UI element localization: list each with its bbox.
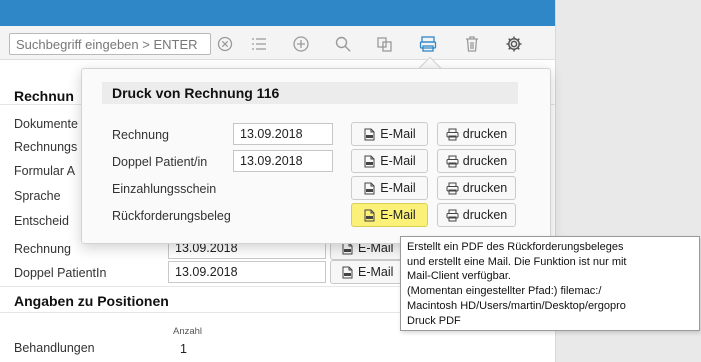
behandlungen-value: 1 (180, 342, 187, 356)
popover-row-label: Rechnung (112, 128, 169, 142)
clear-icon[interactable] (214, 33, 236, 55)
printer-icon (446, 182, 459, 194)
print-label: drucken (462, 208, 508, 222)
title-bar (0, 0, 555, 26)
email-label: E-Mail (380, 127, 416, 141)
doppel-email-button[interactable]: E-Mail (351, 149, 428, 173)
print-label: drucken (462, 127, 508, 141)
toolbar (0, 26, 555, 60)
search-icon[interactable] (332, 33, 354, 55)
email-label: E-Mail (380, 181, 416, 195)
list-icon[interactable] (248, 33, 270, 55)
doppel-print-button[interactable]: drucken (437, 149, 516, 173)
label-formular: Formular A (14, 164, 76, 178)
popover-row-label: Doppel Patient/in (112, 155, 208, 169)
duplicate-icon[interactable] (374, 33, 396, 55)
rechnung-date-input[interactable]: 13.09.2018 (233, 123, 333, 145)
label-dokumente: Dokumente (14, 117, 78, 131)
search-input[interactable] (9, 33, 211, 55)
anzahl-label: Anzahl (173, 326, 203, 337)
printer-icon (446, 155, 459, 167)
label-behandlungen: Behandlungen (14, 341, 95, 355)
email-label: E-Mail (380, 154, 416, 168)
rueckforderungsbeleg-print-button[interactable]: drucken (437, 203, 516, 227)
einzahlungsschein-print-button[interactable]: drucken (437, 176, 516, 200)
doppel-date-input[interactable]: 13.09.2018 (233, 150, 333, 172)
popover-row-label: Rückforderungsbeleg (112, 209, 231, 223)
trash-icon[interactable] (461, 33, 483, 55)
rechnung-email-button[interactable]: E-Mail (351, 122, 428, 146)
rechnung-print-button[interactable]: drucken (437, 122, 516, 146)
label-doppel-patientin: Doppel PatientIn (14, 266, 107, 280)
label-rechnung: Rechnung (14, 242, 71, 256)
label-sprache: Sprache (14, 189, 61, 203)
doppel-date-field[interactable]: 13.09.2018 (168, 261, 326, 283)
print-popover: Druck von Rechnung 116 Rechnung 13.09.20… (81, 68, 551, 244)
pdf-icon (364, 209, 375, 221)
email-label: E-Mail (358, 265, 394, 279)
doppel-email-button[interactable]: E-Mail (330, 260, 410, 284)
email-label: E-Mail (380, 208, 416, 222)
section-title-positionen: Angaben zu Positionen (14, 293, 169, 309)
rueckforderungsbeleg-email-button[interactable]: E-Mail (351, 203, 428, 227)
pdf-icon (342, 266, 353, 278)
print-label: drucken (462, 181, 508, 195)
pdf-icon (364, 128, 375, 140)
label-rechnungs: Rechnungs (14, 140, 78, 154)
label-entscheid: Entscheid (14, 214, 69, 228)
tooltip: Erstellt ein PDF des Rückforderungsbeleg… (400, 236, 700, 331)
popover-row-label: Einzahlungsschein (112, 182, 217, 196)
print-label: drucken (462, 154, 508, 168)
print-icon[interactable] (417, 33, 439, 55)
printer-icon (446, 128, 459, 140)
gear-icon[interactable] (503, 33, 525, 55)
section-title-rechnung: Rechnun (14, 88, 74, 104)
add-icon[interactable] (290, 33, 312, 55)
pdf-icon (364, 182, 375, 194)
printer-icon (446, 209, 459, 221)
pdf-icon (364, 155, 375, 167)
einzahlungsschein-email-button[interactable]: E-Mail (351, 176, 428, 200)
popover-title: Druck von Rechnung 116 (102, 82, 518, 104)
